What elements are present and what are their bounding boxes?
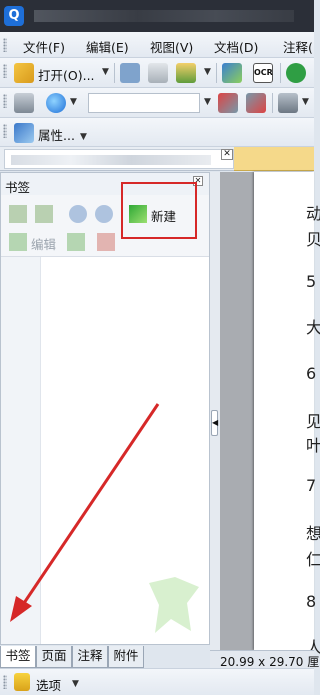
annotation-highlight-box xyxy=(121,182,197,239)
document-tab-title-blurred xyxy=(11,155,211,165)
chevron-down-icon[interactable]: ▼ xyxy=(302,97,309,107)
toolbar-grip[interactable] xyxy=(3,38,7,52)
zoom-in-icon[interactable] xyxy=(69,205,87,223)
edit-bookmark-icon[interactable] xyxy=(9,233,27,251)
tab-attachments[interactable]: 附件 xyxy=(108,646,144,668)
page-text-line: 7 xyxy=(306,476,317,495)
chevron-down-icon[interactable]: ▼ xyxy=(70,97,77,107)
prev-icon[interactable] xyxy=(218,93,238,113)
back-arrow-icon[interactable] xyxy=(286,63,306,83)
bookmark-collapse-icon[interactable] xyxy=(35,205,53,223)
tab-bookmarks[interactable]: 书签 xyxy=(0,646,36,668)
properties-button[interactable]: 属性... xyxy=(38,125,75,144)
toolbar-grip[interactable] xyxy=(3,124,7,138)
menu-edit[interactable]: 编辑(E) xyxy=(86,37,129,56)
menu-comment[interactable]: 注释( xyxy=(283,37,313,56)
status-bar: 20.99 x 29.70 厘 xyxy=(210,650,319,669)
window-title-blurred xyxy=(34,10,294,22)
page-text-line: 见 xyxy=(306,412,320,431)
tab-comments[interactable]: 注释 xyxy=(72,646,108,668)
globe-icon[interactable] xyxy=(46,93,66,113)
document-page[interactable] xyxy=(254,172,314,650)
page-text-line: 大 xyxy=(306,318,320,337)
close-document-tab-button[interactable]: ✕ xyxy=(221,149,233,160)
menu-bar: 文件(F) 编辑(E) 视图(V) 文档(D) 注释( xyxy=(0,32,314,58)
scan-icon[interactable] xyxy=(176,63,196,83)
page-text-line: 6 xyxy=(306,364,317,383)
notification-strip xyxy=(234,147,314,171)
menu-document[interactable]: 文档(D) xyxy=(214,37,258,56)
ocr-icon[interactable]: OCR xyxy=(253,63,273,83)
next-icon[interactable] xyxy=(246,93,266,113)
chevron-down-icon[interactable]: ▼ xyxy=(102,67,109,77)
chevron-down-icon[interactable]: ▼ xyxy=(72,679,79,689)
bookmark-panel-title: 书签 xyxy=(5,180,31,195)
bookmark-up-icon[interactable] xyxy=(67,233,85,251)
print-icon[interactable] xyxy=(148,63,168,83)
menu-file[interactable]: 文件(F) xyxy=(23,37,65,56)
panel-splitter[interactable]: ◀ xyxy=(210,172,220,668)
convert-icon[interactable] xyxy=(222,63,242,83)
options-button[interactable]: 选项 xyxy=(36,675,61,694)
separator xyxy=(216,63,217,83)
main-toolbar: 打开(O)... ▼ ▼ OCR xyxy=(0,58,314,88)
open-button[interactable]: 打开(O)... xyxy=(38,65,95,84)
page-text-line: 叶 xyxy=(306,436,320,455)
separator xyxy=(272,93,273,113)
toolbar-grip[interactable] xyxy=(3,64,7,78)
stamp-tool-icon[interactable] xyxy=(278,93,298,113)
edit-bookmark-button[interactable]: 编辑 xyxy=(31,234,56,253)
toolbar-grip[interactable] xyxy=(3,675,7,689)
page-text-line: 5 xyxy=(306,272,317,291)
app-logo-icon: Q xyxy=(4,6,24,26)
page-text-line: 想 xyxy=(306,524,320,543)
title-bar: Q xyxy=(0,0,314,32)
zoom-out-icon[interactable] xyxy=(95,205,113,223)
page-text-line: 8 xyxy=(306,592,317,611)
chevron-down-icon[interactable]: ▼ xyxy=(80,132,87,142)
separator xyxy=(114,63,115,83)
flag-icon[interactable] xyxy=(14,673,30,691)
bookmark-expand-icon[interactable] xyxy=(9,205,27,223)
separator xyxy=(280,63,281,83)
page-text-line: 贝 xyxy=(306,230,320,249)
address-input[interactable] xyxy=(88,93,200,113)
navigation-toolbar: ▼ ▼ ▼ xyxy=(0,88,314,118)
chevron-down-icon[interactable]: ▼ xyxy=(204,97,211,107)
document-tab-strip xyxy=(0,147,234,171)
toolbar-grip[interactable] xyxy=(3,94,7,108)
collapse-panel-handle[interactable]: ◀ xyxy=(211,410,218,436)
bottom-toolbar: 选项 ▼ xyxy=(0,668,314,695)
open-folder-icon[interactable] xyxy=(14,63,34,83)
annotation-arrow xyxy=(10,403,160,622)
save-icon[interactable] xyxy=(120,63,140,83)
properties-toolbar: 属性... ▼ xyxy=(0,118,314,147)
properties-icon[interactable] xyxy=(14,123,34,143)
document-tab[interactable] xyxy=(4,149,234,169)
menu-view[interactable]: 视图(V) xyxy=(150,37,193,56)
panel-tab-strip: 书签 页面 注释 附件 xyxy=(0,646,210,668)
tab-pages[interactable]: 页面 xyxy=(36,646,72,668)
page-text-line: 动 xyxy=(306,204,320,223)
page-text-line: 仁 xyxy=(306,550,320,569)
chevron-down-icon[interactable]: ▼ xyxy=(204,67,211,77)
delete-bookmark-icon[interactable] xyxy=(97,233,115,251)
binoculars-icon[interactable] xyxy=(14,93,34,113)
